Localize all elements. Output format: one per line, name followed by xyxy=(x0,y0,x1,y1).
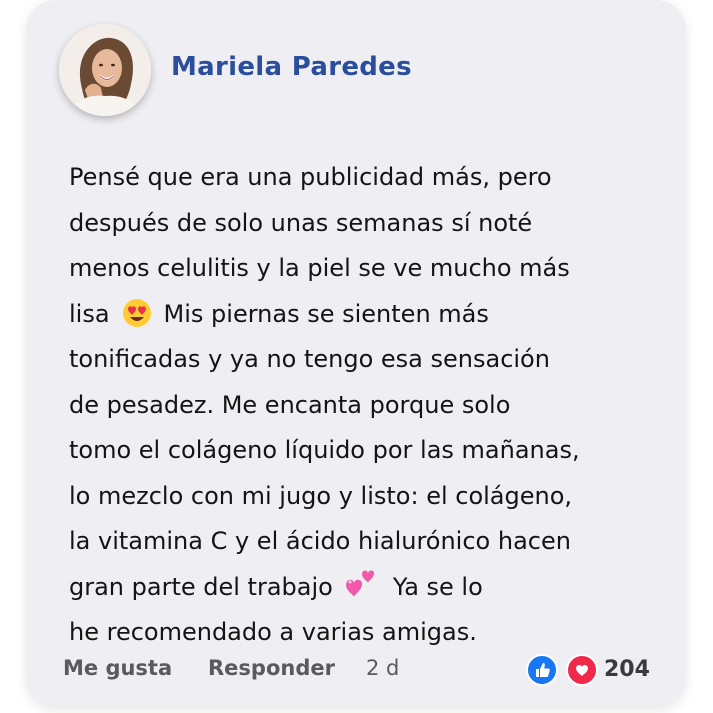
comment-line: tonificadas y ya no tengo esa sensación xyxy=(69,345,550,373)
comment-line: lo mezclo con mi jugo y listo: el coláge… xyxy=(69,481,573,510)
comment-line: menos celulitis y la piel se ve mucho má… xyxy=(69,254,570,282)
comment-line: he recomendado a varias amigas. xyxy=(69,618,477,646)
timestamp[interactable]: 2 d xyxy=(366,656,399,680)
love-reaction-icon xyxy=(566,654,598,686)
author-name[interactable]: Mariela Paredes xyxy=(171,52,412,82)
comment-body: Pensé que era una publicidad más, pero d… xyxy=(69,155,669,656)
comment-line: tomo el colágeno líquido por las mañanas… xyxy=(69,436,580,464)
comment-line-prefix: lisa xyxy=(69,299,110,328)
like-button[interactable]: Me gusta xyxy=(63,656,172,680)
comment-line-prefix: gran parte del trabajo xyxy=(69,572,333,601)
comment-line: después de solo unas semanas sí noté xyxy=(69,208,533,237)
comment-line: la vitamina C y el ácido hialurónico hac… xyxy=(69,527,571,555)
heart-eyes-emoji xyxy=(122,298,152,328)
like-reaction-icon xyxy=(526,654,558,686)
reply-button[interactable]: Responder xyxy=(208,656,335,680)
two-hearts-emoji xyxy=(343,569,381,601)
avatar-photo xyxy=(59,24,151,116)
avatar[interactable] xyxy=(59,24,151,116)
comment-line-rest: Mis piernas se sienten más xyxy=(163,299,489,328)
reaction-count: 204 xyxy=(604,657,650,682)
comment-line: Pensé que era una publicidad más, pero xyxy=(69,163,552,191)
comment-line: de pesadez. Me encanta porque solo xyxy=(69,390,511,419)
comment-line: lisa Mis piernas se sienten más xyxy=(69,292,669,338)
comment-line: gran parte del trabajo Ya se lo xyxy=(69,565,669,611)
comment-line-rest: Ya se lo xyxy=(392,572,483,601)
